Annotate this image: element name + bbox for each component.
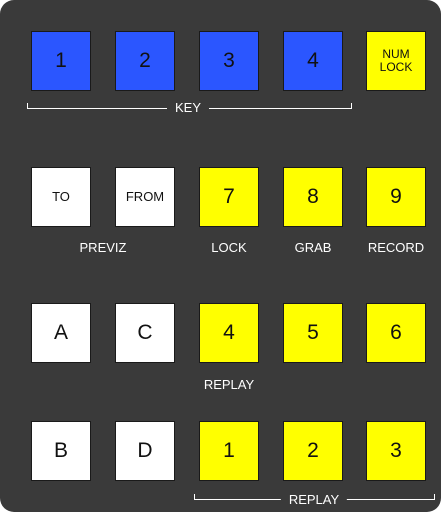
key-8-grab-button[interactable]: 8 [283, 167, 343, 227]
key-1-button[interactable]: 1 [31, 31, 91, 91]
num-lock-button[interactable]: NUM LOCK [366, 31, 426, 91]
key-3-button[interactable]: 3 [199, 31, 259, 91]
key-group-label: KEY [166, 100, 210, 115]
record-label: RECORD [367, 240, 425, 255]
key-a-button[interactable]: A [31, 303, 91, 363]
key-1-replay-button[interactable]: 1 [199, 421, 259, 481]
key-6-button[interactable]: 6 [366, 303, 426, 363]
grab-label: GRAB [294, 240, 332, 255]
key-4-replay-button[interactable]: 4 [199, 303, 259, 363]
key-2-replay-button[interactable]: 2 [283, 421, 343, 481]
replay-label: REPLAY [203, 377, 255, 392]
key-2-button[interactable]: 2 [115, 31, 175, 91]
key-4-button[interactable]: 4 [283, 31, 343, 91]
previz-from-button[interactable]: FROM [115, 167, 175, 227]
lock-label: LOCK [211, 240, 247, 255]
replay-group-label: REPLAY [280, 492, 348, 507]
key-5-button[interactable]: 5 [283, 303, 343, 363]
key-7-lock-button[interactable]: 7 [199, 167, 259, 227]
previz-label: PREVIZ [79, 240, 127, 255]
key-d-button[interactable]: D [115, 421, 175, 481]
key-c-button[interactable]: C [115, 303, 175, 363]
num-lock-line-2: LOCK [379, 60, 413, 74]
keypad-panel: 1 2 3 4 NUM LOCK KEY TO FROM 7 8 9 PREVI… [0, 0, 441, 512]
key-9-record-button[interactable]: 9 [366, 167, 426, 227]
previz-to-button[interactable]: TO [31, 167, 91, 227]
key-b-button[interactable]: B [31, 421, 91, 481]
key-3-replay-button[interactable]: 3 [366, 421, 426, 481]
